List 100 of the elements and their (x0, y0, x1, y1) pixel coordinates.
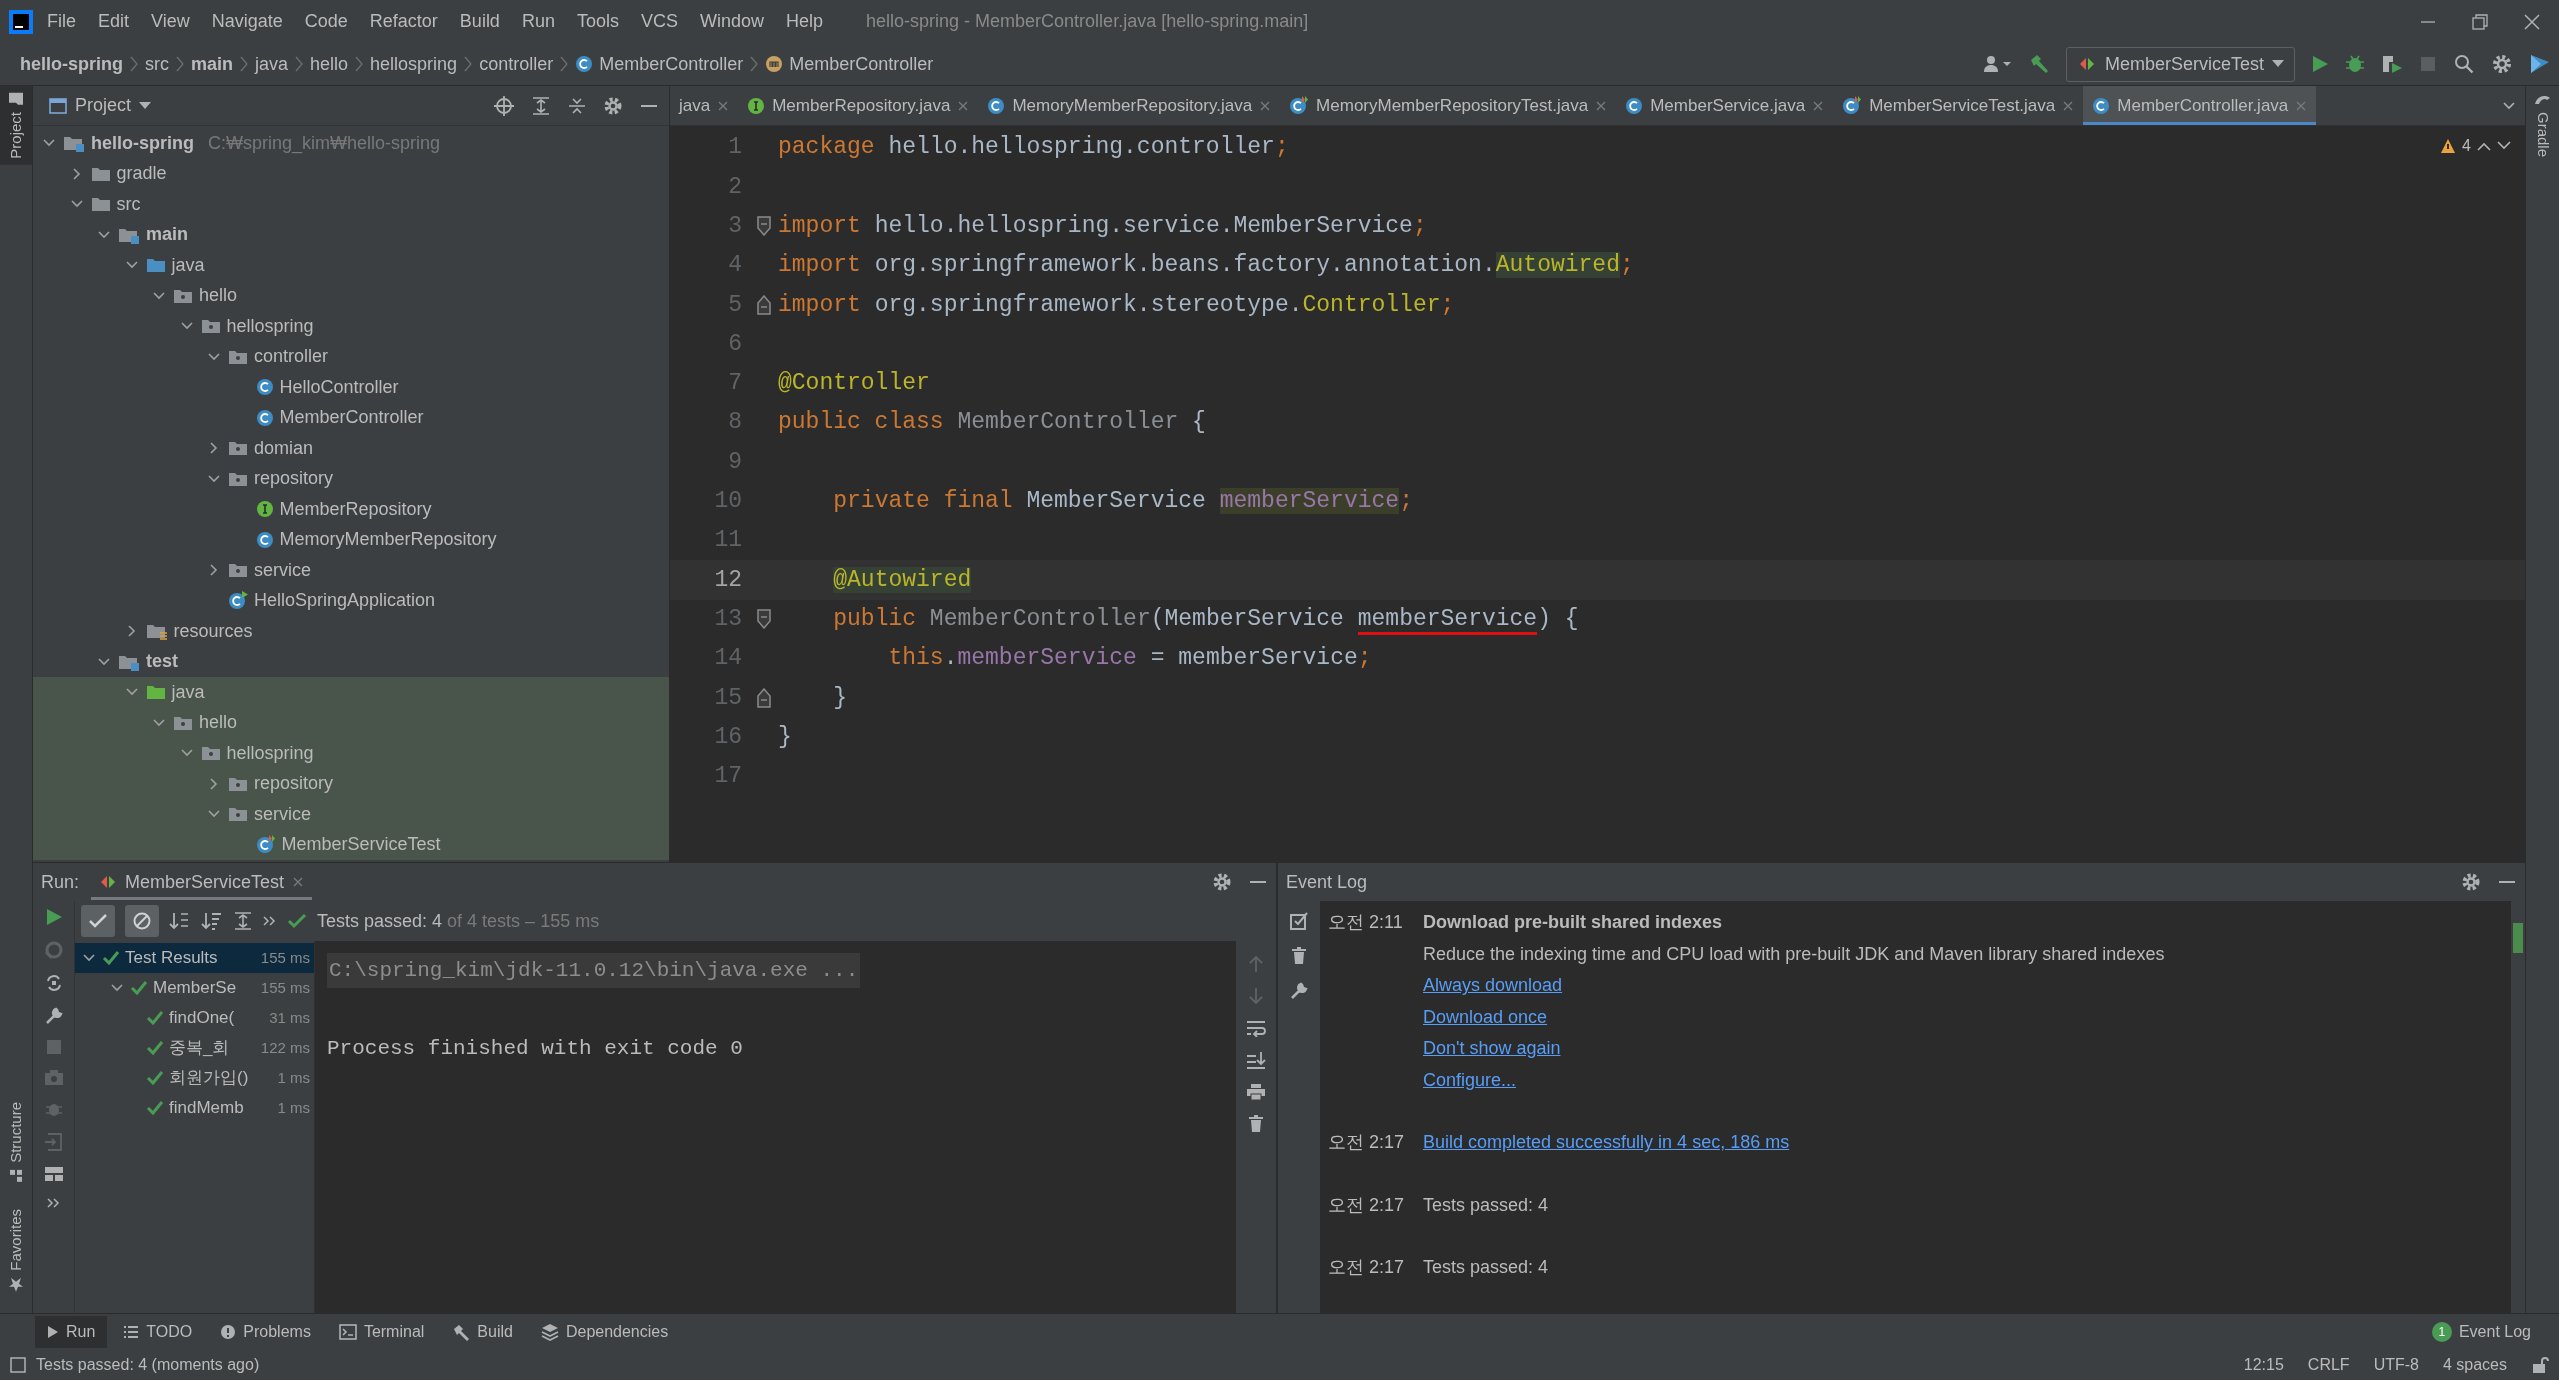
trash-icon[interactable] (1291, 947, 1307, 965)
log-link[interactable]: Don't show again (1423, 1035, 1561, 1063)
breadcrumb-item[interactable]: java (251, 50, 293, 78)
menu-item[interactable]: Refactor (360, 6, 447, 37)
breadcrumb-item[interactable]: MemberController (761, 50, 938, 78)
lock-icon[interactable] (2531, 1356, 2549, 1374)
menu-item[interactable]: Tools (567, 6, 628, 37)
tree-row[interactable]: repository (33, 768, 669, 799)
print-icon[interactable] (1246, 1083, 1266, 1101)
menu-item[interactable]: Build (450, 6, 509, 37)
layout-icon[interactable] (43, 1165, 64, 1183)
scroll-to-end-icon[interactable] (1246, 1051, 1266, 1069)
tree-row[interactable]: hellospring (33, 311, 669, 342)
tree-row[interactable]: HelloSpringApplication (33, 585, 669, 616)
run-configuration-dropdown[interactable]: MemberServiceTest (2065, 46, 2295, 82)
log-link[interactable]: Build completed successfully in 4 sec, 186 ms (1423, 1129, 1790, 1157)
tree-row[interactable]: domian (33, 433, 669, 464)
run-icon[interactable] (2311, 54, 2329, 74)
tree-row[interactable]: test (33, 646, 669, 677)
editor-tab[interactable]: MemberService.java (1616, 86, 1834, 125)
rerun-icon[interactable] (44, 907, 63, 927)
breadcrumb-item[interactable]: hello (306, 50, 353, 78)
fold-icon[interactable] (756, 609, 772, 630)
settings-icon[interactable] (603, 95, 623, 116)
status-item[interactable]: CRLF (2307, 1353, 2350, 1377)
menu-item[interactable]: VCS (631, 6, 687, 37)
menu-item[interactable]: Window (690, 6, 773, 37)
event-log-button[interactable]: 1 Event Log (2419, 1316, 2543, 1348)
test-result-row[interactable]: 회원가입() 1 ms (75, 1063, 314, 1093)
previous-icon[interactable] (2477, 141, 2491, 151)
menu-item[interactable]: Code (295, 6, 357, 37)
menu-item[interactable]: Help (777, 6, 833, 37)
tool-window-tab[interactable]: Dependencies (528, 1316, 681, 1348)
settings-icon[interactable] (2491, 53, 2513, 75)
more-icon[interactable] (45, 1196, 62, 1210)
show-passed-toggle[interactable] (81, 905, 115, 937)
test-result-row[interactable]: Test Results 155 ms (75, 943, 314, 973)
breadcrumb-item[interactable]: MemberController (571, 50, 748, 78)
editor-tab[interactable]: MemoryMemberRepository.java (978, 86, 1281, 125)
scrollbar-thumb[interactable] (2513, 923, 2523, 953)
menu-item[interactable]: Edit (89, 6, 139, 37)
editor-tab[interactable]: MemoryMemberRepositoryTest.java (1280, 86, 1617, 125)
tree-row[interactable]: HelloController (33, 372, 669, 403)
sort-duration-icon[interactable] (201, 911, 223, 931)
expand-all-icon[interactable] (233, 911, 253, 931)
test-result-row[interactable]: findMemb 1 ms (75, 1093, 314, 1123)
wrench-icon[interactable] (1289, 981, 1309, 1001)
restore-icon[interactable] (2471, 12, 2489, 31)
menu-item[interactable]: View (142, 6, 199, 37)
tool-window-tab[interactable]: Terminal (326, 1316, 437, 1348)
plugin-logo-icon[interactable] (2529, 53, 2551, 75)
status-item[interactable]: 12:15 (2243, 1353, 2284, 1377)
tree-row[interactable]: resources (33, 616, 669, 647)
menu-item[interactable]: Run (512, 6, 564, 37)
tool-window-tab[interactable]: Run (35, 1316, 108, 1348)
soft-wrap-icon[interactable] (1246, 1019, 1266, 1037)
editor-tab[interactable]: java (670, 86, 739, 125)
debug-icon[interactable] (2345, 54, 2365, 74)
expand-all-icon[interactable] (531, 95, 551, 116)
show-ignored-toggle[interactable] (125, 905, 159, 937)
breadcrumb-item[interactable]: hellospring (366, 50, 462, 78)
tree-row[interactable]: controller (33, 341, 669, 372)
next-icon[interactable] (2497, 141, 2511, 151)
breadcrumb-item[interactable]: controller (475, 50, 558, 78)
breadcrumb-item[interactable]: main (187, 50, 237, 78)
breadcrumb-item[interactable]: src (141, 50, 173, 78)
configuration-tab[interactable]: MemberServiceTest (91, 864, 313, 900)
settings-icon[interactable] (1212, 872, 1232, 892)
tool-window-tab[interactable]: Build (440, 1316, 525, 1348)
close-icon[interactable] (2523, 12, 2541, 31)
tree-row[interactable]: MemberServiceTest (33, 829, 669, 860)
tree-row[interactable]: main (33, 219, 669, 250)
user-icon[interactable] (1981, 54, 2012, 74)
settings-icon[interactable] (2461, 872, 2481, 892)
tree-row[interactable]: service (33, 799, 669, 830)
tree-row[interactable]: hello (33, 280, 669, 311)
breadcrumb-item[interactable]: hello-spring (16, 50, 127, 78)
close-icon[interactable] (957, 99, 970, 112)
close-icon[interactable] (1812, 99, 1825, 112)
test-result-row[interactable]: 중복_회 122 ms (75, 1033, 314, 1063)
close-icon[interactable] (1595, 99, 1608, 112)
locate-icon[interactable] (493, 94, 515, 117)
tree-row[interactable]: repository (33, 463, 669, 494)
tree-row[interactable]: src (33, 189, 669, 220)
status-item[interactable]: 4 spaces (2442, 1353, 2507, 1377)
sort-alpha-icon[interactable] (169, 911, 191, 931)
close-icon[interactable] (1259, 99, 1272, 112)
test-result-row[interactable]: MemberSe 155 ms (75, 973, 314, 1003)
log-link[interactable]: Configure... (1423, 1066, 1517, 1094)
log-link[interactable]: Always download (1423, 972, 1563, 1000)
close-icon[interactable] (292, 876, 305, 888)
tree-row[interactable]: MemberController (33, 402, 669, 433)
tree-row[interactable]: hellospring (33, 738, 669, 769)
tree-row[interactable]: hello (33, 707, 669, 738)
tree-row[interactable]: service (33, 555, 669, 586)
editor-tab[interactable]: MemberController.java (2083, 86, 2317, 125)
tool-window-tab[interactable]: Gradle (2526, 86, 2559, 164)
tool-window-tab[interactable]: Project (0, 86, 32, 165)
fold-icon[interactable] (756, 294, 772, 315)
log-link[interactable]: Download once (1423, 1003, 1548, 1031)
